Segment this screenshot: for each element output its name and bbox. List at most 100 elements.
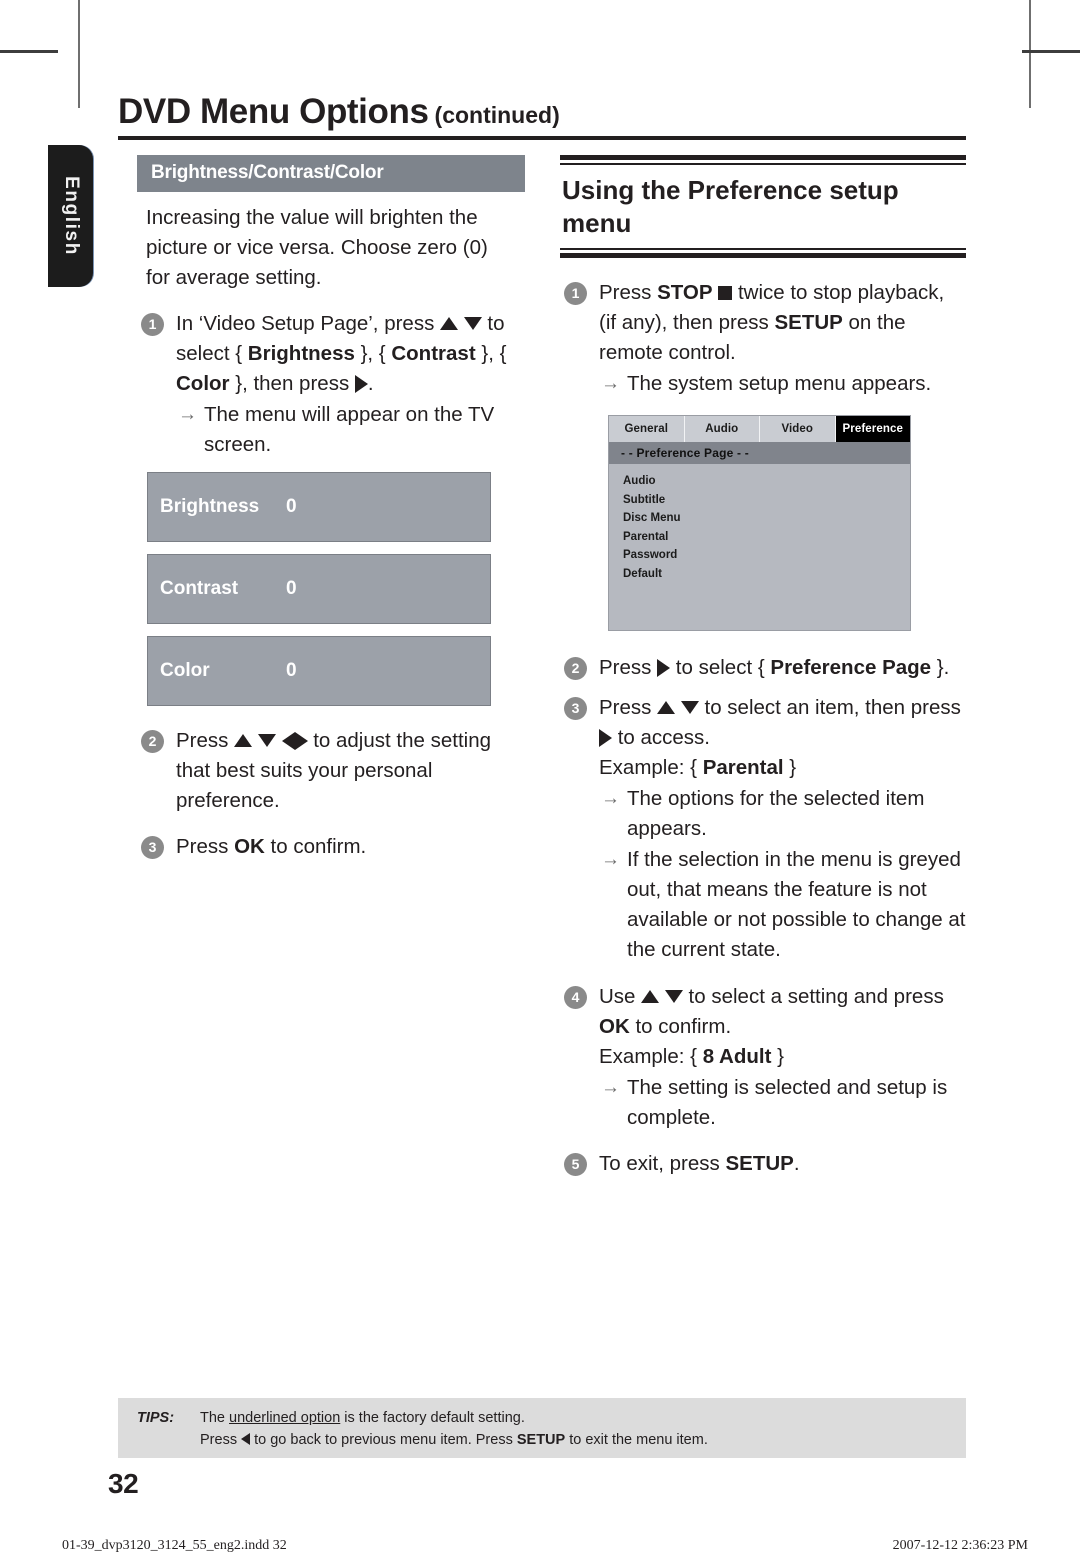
result-arrow-icon: → xyxy=(601,1077,620,1098)
right-step-3-result-1: → The options for the selected item appe… xyxy=(599,784,966,844)
tips-line-2: Press to go back to previous menu item. … xyxy=(200,1432,708,1448)
right-step-3: 3 Press to select an item, then press to… xyxy=(560,693,966,965)
arrow-up-icon xyxy=(657,701,676,715)
left-step-3: 3 Press OK to confirm. xyxy=(137,832,527,862)
page-title-continued: (continued) xyxy=(434,102,560,128)
right-heading-bottom-rule xyxy=(560,248,966,258)
crop-mark-top-right xyxy=(1029,0,1031,108)
step-text-c: to confirm. xyxy=(629,1015,732,1038)
step-text-a: Press xyxy=(176,835,235,858)
step-text-d: }, { xyxy=(475,342,507,365)
step-bold-contrast: Contrast xyxy=(391,342,476,365)
step-number-badge: 1 xyxy=(141,313,164,336)
print-footer-timestamp: 2007-12-12 2:36:23 PM xyxy=(892,1538,1028,1553)
tips-label: TIPS: xyxy=(137,1410,175,1426)
step-number-badge: 3 xyxy=(564,697,587,720)
example-bold-8-adult: 8 Adult xyxy=(702,1045,772,1068)
example-label: Example: { xyxy=(599,756,703,779)
step-text-a: In ‘Video Setup Page’, press xyxy=(176,312,441,335)
step-number-badge: 5 xyxy=(564,1153,587,1176)
setup-menu-item-audio[interactable]: Audio xyxy=(623,472,910,491)
setup-menu-item-default[interactable]: Default xyxy=(623,565,910,584)
step-text-a: Press xyxy=(599,281,658,304)
step-bold-setup: SETUP xyxy=(774,311,843,334)
tips-underlined-option: underlined option xyxy=(229,1410,341,1426)
step-bold-brightness: Brightness xyxy=(247,342,355,365)
step-number-badge: 1 xyxy=(564,282,587,305)
setup-menu-item-subtitle[interactable]: Subtitle xyxy=(623,491,910,510)
step-number-badge: 4 xyxy=(564,986,587,1009)
arrow-right-icon xyxy=(657,658,671,677)
setup-tab-video[interactable]: Video xyxy=(760,416,836,442)
tips-line-1-b: is the factory default setting. xyxy=(340,1410,525,1426)
left-step-2: 2 Press to adjust the setting that best … xyxy=(137,726,527,816)
arrow-left-icon xyxy=(281,731,295,750)
example-close: } xyxy=(771,1045,784,1068)
tips-box: TIPS: The underlined option is the facto… xyxy=(118,1398,966,1458)
setup-tab-preference[interactable]: Preference xyxy=(835,416,910,442)
arrow-down-icon xyxy=(257,734,276,748)
dvd-setup-screenshot: General Audio Video Preference - - Prefe… xyxy=(608,415,911,631)
step-text-c: }. xyxy=(931,656,950,679)
left-column: Brightness/Contrast/Color Increasing the… xyxy=(137,155,527,862)
step-number-badge: 3 xyxy=(141,836,164,859)
step-text-c: to access. xyxy=(612,726,710,749)
right-heading-top-rule xyxy=(560,155,966,165)
osd-label-color: Color xyxy=(160,660,210,681)
step-bold-stop: STOP xyxy=(657,281,713,304)
arrow-left-icon xyxy=(241,1433,251,1446)
step-bold-setup: SETUP xyxy=(725,1152,794,1175)
step-text-b: to select { xyxy=(670,656,771,679)
right-heading-title: Using the Preference setup menu xyxy=(562,175,899,238)
setup-tab-audio[interactable]: Audio xyxy=(685,416,760,442)
language-tab-label: English xyxy=(60,176,82,256)
step-text-b: to select a setting and press xyxy=(682,985,944,1008)
step-text-e: }, then press xyxy=(229,372,355,395)
heading-divider xyxy=(118,136,966,140)
stop-square-icon xyxy=(718,285,733,300)
right-step-4: 4 Use to select a setting and press OK t… xyxy=(560,982,966,1133)
setup-menu-item-disc-menu[interactable]: Disc Menu xyxy=(623,509,910,528)
example-label: Example: { xyxy=(599,1045,703,1068)
osd-bar-color: Color 0 xyxy=(147,636,491,706)
arrow-down-icon xyxy=(664,990,683,1004)
arrow-right-icon xyxy=(599,728,612,747)
step-text-a: Use xyxy=(599,985,642,1008)
section-banner-brightness-contrast-color: Brightness/Contrast/Color xyxy=(137,155,525,192)
right-step-5: 5 To exit, press SETUP. xyxy=(560,1149,966,1179)
step-text-b: to confirm. xyxy=(264,835,367,858)
step-text-a: Press xyxy=(599,656,658,679)
step-text-b: . xyxy=(793,1152,800,1175)
osd-value-brightness: 0 xyxy=(286,496,297,517)
setup-menu-item-password[interactable]: Password xyxy=(623,546,910,565)
step-number-badge: 2 xyxy=(141,730,164,753)
setup-tab-general[interactable]: General xyxy=(609,416,685,442)
step-text-a: To exit, press xyxy=(599,1152,726,1175)
osd-bar-contrast: Contrast 0 xyxy=(147,554,491,624)
step-bold-preference-page: Preference Page xyxy=(770,656,932,679)
step-bold-ok: OK xyxy=(234,835,265,858)
step-text-a: Press xyxy=(176,729,235,752)
osd-label-brightness: Brightness xyxy=(160,496,260,517)
setup-menu-item-parental[interactable]: Parental xyxy=(623,528,910,547)
osd-bar-brightness: Brightness 0 xyxy=(147,472,491,542)
right-column: Using the Preference setup menu 1 Press … xyxy=(560,155,966,1179)
print-footer-filename: 01-39_dvp3120_3124_55_eng2.indd 32 xyxy=(62,1538,287,1553)
crop-mark-top-left xyxy=(78,0,80,108)
result-text: The setting is selected and setup is com… xyxy=(627,1076,948,1129)
tips-line-1: The underlined option is the factory def… xyxy=(200,1410,525,1426)
step-text-f: . xyxy=(367,372,374,395)
arrow-right-icon xyxy=(294,731,308,750)
step-bold-ok: OK xyxy=(599,1015,630,1038)
tips-bold-setup: SETUP xyxy=(516,1432,566,1448)
arrow-right-icon xyxy=(354,374,368,393)
osd-label-contrast: Contrast xyxy=(160,578,239,599)
arrow-up-icon xyxy=(234,734,253,748)
crop-mark-left-upper xyxy=(0,50,58,53)
result-text: The menu will appear on the TV screen. xyxy=(204,403,495,456)
arrow-down-icon xyxy=(463,317,482,331)
manual-page: English DVD Menu Options (continued) Brig… xyxy=(0,0,1080,1567)
right-step-3-result-2: → If the selection in the menu is greyed… xyxy=(599,845,966,965)
result-text: The options for the selected item appear… xyxy=(627,787,925,840)
right-step-2: 2 Press to select { Preference Page }. xyxy=(560,653,966,683)
